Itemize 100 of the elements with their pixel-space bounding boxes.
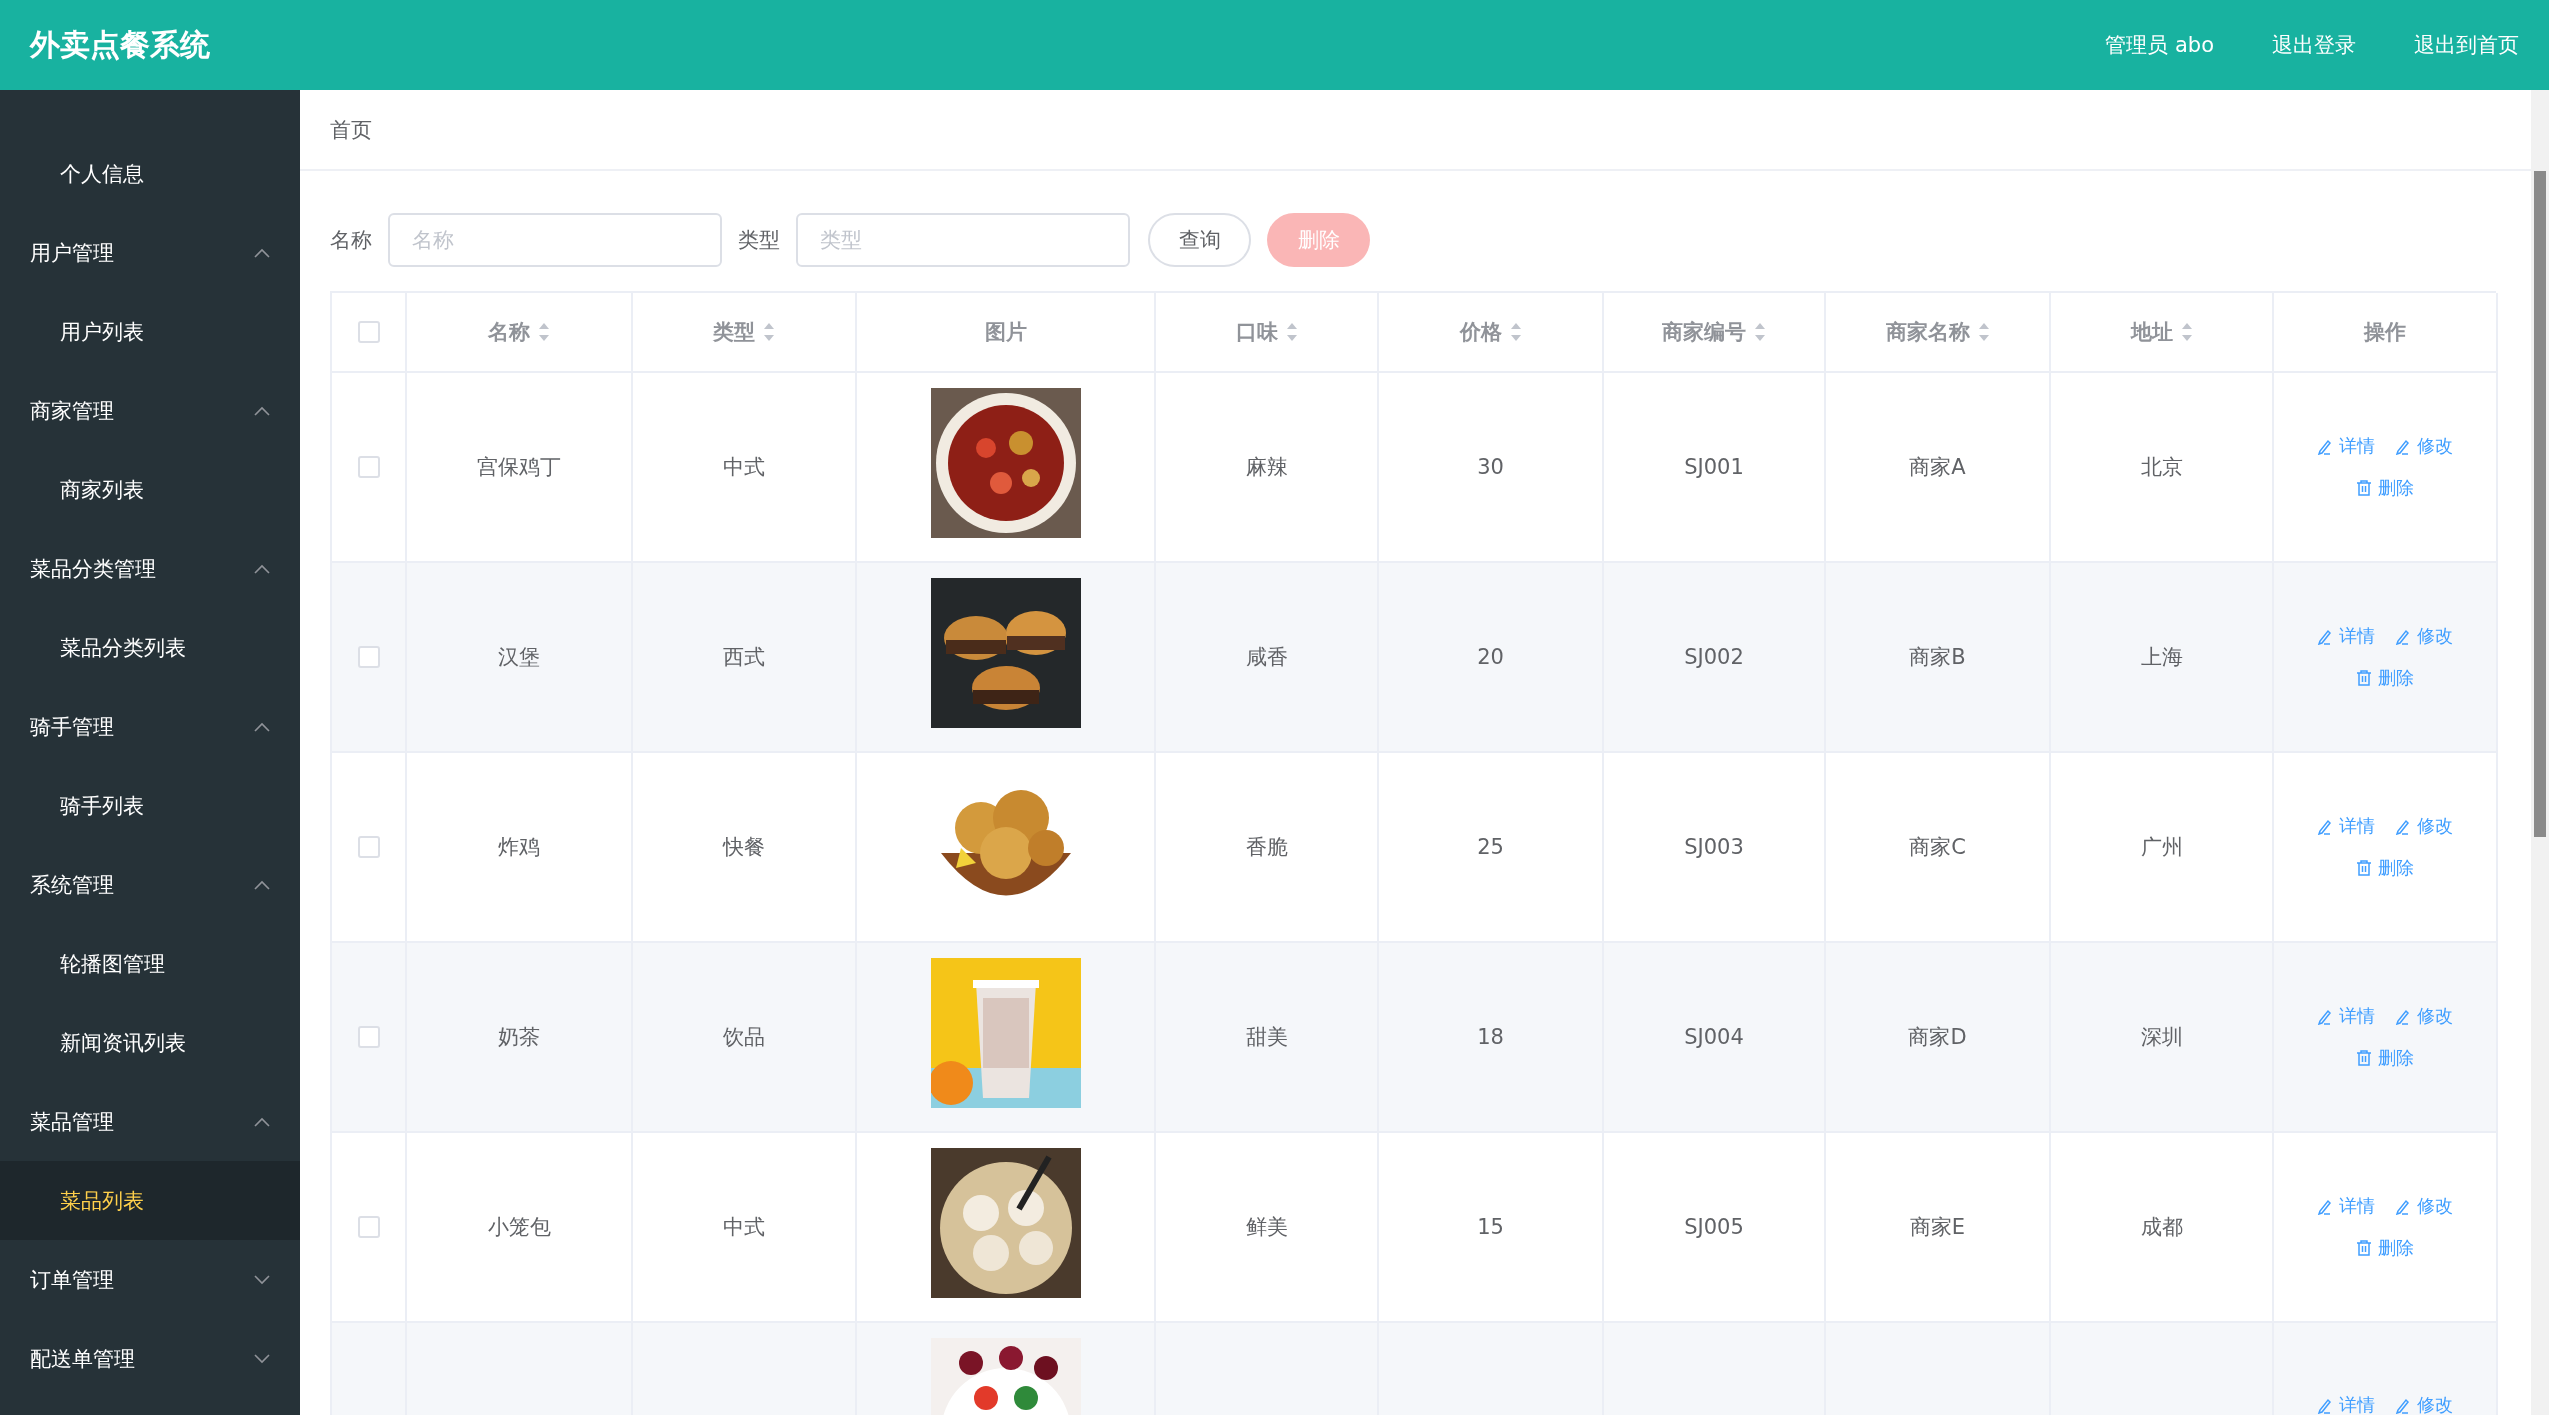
- menu-group[interactable]: 商家管理: [0, 371, 300, 450]
- sort-icon[interactable]: [1509, 321, 1522, 343]
- header-link[interactable]: 管理员 abo: [2105, 31, 2214, 59]
- column-header: 操作: [2364, 319, 2406, 346]
- table-cell-text: 广州: [2140, 834, 2183, 861]
- menu-group-label: 配送单管理: [30, 1345, 135, 1373]
- sort-icon[interactable]: [538, 321, 550, 343]
- delete-link[interactable]: 删除: [2356, 476, 2414, 500]
- menu-item[interactable]: 新闻资讯列表: [0, 1003, 300, 1082]
- table-cell-text: 鲜美: [1245, 1214, 1288, 1241]
- pencil-icon: [2317, 1396, 2333, 1414]
- pencil-icon: [2395, 437, 2411, 455]
- header-link[interactable]: 退出到首页: [2414, 31, 2519, 59]
- delete-link[interactable]: 删除: [2356, 1046, 2414, 1070]
- edit-link[interactable]: 详情: [2317, 1393, 2375, 1415]
- checkbox[interactable]: [357, 456, 380, 478]
- column-header: 口味: [1235, 319, 1278, 346]
- table-cell-text: 咸香: [1245, 644, 1288, 671]
- column-header: 价格: [1459, 319, 1502, 346]
- table-cell-text: 甜美: [1245, 1024, 1288, 1051]
- column-header: 商家名称: [1885, 319, 1970, 346]
- table-cell-text: 奶茶: [498, 1024, 540, 1051]
- trash-icon: [2356, 479, 2372, 497]
- trash-icon: [2356, 859, 2372, 877]
- table-cell-text: 快餐: [723, 834, 765, 861]
- delete-link[interactable]: 删除: [2356, 666, 2414, 690]
- checkbox[interactable]: [357, 1216, 380, 1238]
- pencil-icon: [2317, 1007, 2333, 1025]
- table-cell-text: 商家A: [1909, 454, 1966, 481]
- checkbox[interactable]: [357, 1026, 380, 1048]
- field-label: 类型: [738, 227, 780, 254]
- menu-item[interactable]: 菜品列表: [0, 1161, 300, 1240]
- table-cell-text: 饮品: [723, 1024, 765, 1051]
- menu-item[interactable]: 轮播图管理: [0, 924, 300, 1003]
- menu-group-label: 订单管理: [30, 1266, 114, 1294]
- table-cell: SJ002: [1684, 645, 1744, 669]
- chevron-up-icon: [254, 879, 270, 890]
- table-cell: SJ003: [1684, 835, 1744, 859]
- checkbox[interactable]: [357, 646, 380, 668]
- table-cell: 18: [1477, 1025, 1504, 1049]
- menu-item[interactable]: 骑手列表: [0, 766, 300, 845]
- menu-item[interactable]: 商家列表: [0, 450, 300, 529]
- menu-group[interactable]: 用户管理: [0, 213, 300, 292]
- menu-group[interactable]: 菜品管理: [0, 1082, 300, 1161]
- edit-link[interactable]: 详情: [2317, 814, 2375, 838]
- sort-icon[interactable]: [763, 321, 775, 343]
- table-cell-text: 炸鸡: [498, 834, 540, 861]
- menu-item[interactable]: 用户列表: [0, 292, 300, 371]
- table-cell-text: 上海: [2140, 644, 2183, 671]
- pencil-icon: [2317, 1197, 2333, 1215]
- menu-group-label: 骑手管理: [30, 713, 114, 741]
- edit-link[interactable]: 详情: [2317, 1194, 2375, 1218]
- pencil-icon: [2395, 1396, 2411, 1414]
- edit-link[interactable]: 修改: [2395, 624, 2453, 648]
- sort-icon[interactable]: [1977, 321, 1990, 343]
- column-header: 地址: [2130, 319, 2173, 346]
- edit-link[interactable]: 修改: [2395, 814, 2453, 838]
- edit-link[interactable]: 修改: [2395, 1004, 2453, 1028]
- checkbox[interactable]: [357, 321, 380, 343]
- table-cell-text: 商家D: [1908, 1024, 1967, 1051]
- delete-link[interactable]: 删除: [2356, 1236, 2414, 1260]
- trash-icon: [2356, 1049, 2372, 1067]
- table-cell-text: 中式: [723, 454, 765, 481]
- chevron-down-icon: [254, 1353, 270, 1364]
- menu-group[interactable]: 菜品分类管理: [0, 529, 300, 608]
- search-field[interactable]: 名称: [388, 213, 722, 267]
- pencil-icon: [2395, 627, 2411, 645]
- sort-icon[interactable]: [2180, 321, 2193, 343]
- table-cell: SJ005: [1684, 1215, 1744, 1239]
- delete-link[interactable]: 删除: [2356, 856, 2414, 880]
- edit-link[interactable]: 详情: [2317, 434, 2375, 458]
- menu-item[interactable]: 个人信息: [0, 134, 300, 213]
- menu-group-label: 系统管理: [30, 871, 114, 899]
- scrollbar[interactable]: [2531, 90, 2549, 1415]
- table-cell-text: 中式: [723, 1214, 765, 1241]
- app-title: 外卖点餐系统: [30, 25, 210, 64]
- sort-icon[interactable]: [1754, 321, 1766, 343]
- pencil-icon: [2395, 817, 2411, 835]
- edit-link[interactable]: 修改: [2395, 1393, 2453, 1415]
- menu-item[interactable]: 菜品分类列表: [0, 608, 300, 687]
- column-header: 商家编号: [1662, 319, 1746, 346]
- menu-group[interactable]: 系统管理: [0, 845, 300, 924]
- sort-icon[interactable]: [1285, 321, 1298, 343]
- edit-link[interactable]: 详情: [2317, 1004, 2375, 1028]
- menu-group-label: 商家管理: [30, 397, 114, 425]
- edit-link[interactable]: 修改: [2395, 1194, 2453, 1218]
- edit-link[interactable]: 修改: [2395, 434, 2453, 458]
- breadcrumb[interactable]: 首页: [330, 115, 372, 144]
- header-link[interactable]: 退出登录: [2272, 31, 2356, 59]
- table-cell-text: 深圳: [2140, 1024, 2183, 1051]
- edit-link[interactable]: 详情: [2317, 624, 2375, 648]
- chevron-up-icon: [254, 721, 270, 732]
- search-field[interactable]: 类型: [796, 213, 1130, 267]
- menu-group[interactable]: 订单管理: [0, 1240, 300, 1319]
- menu-group-label: 用户管理: [30, 239, 114, 267]
- query-button[interactable]: 查询: [1148, 213, 1251, 267]
- field-label: 名称: [330, 227, 372, 254]
- checkbox[interactable]: [357, 836, 380, 858]
- menu-group[interactable]: 配送单管理: [0, 1319, 300, 1398]
- menu-group[interactable]: 骑手管理: [0, 687, 300, 766]
